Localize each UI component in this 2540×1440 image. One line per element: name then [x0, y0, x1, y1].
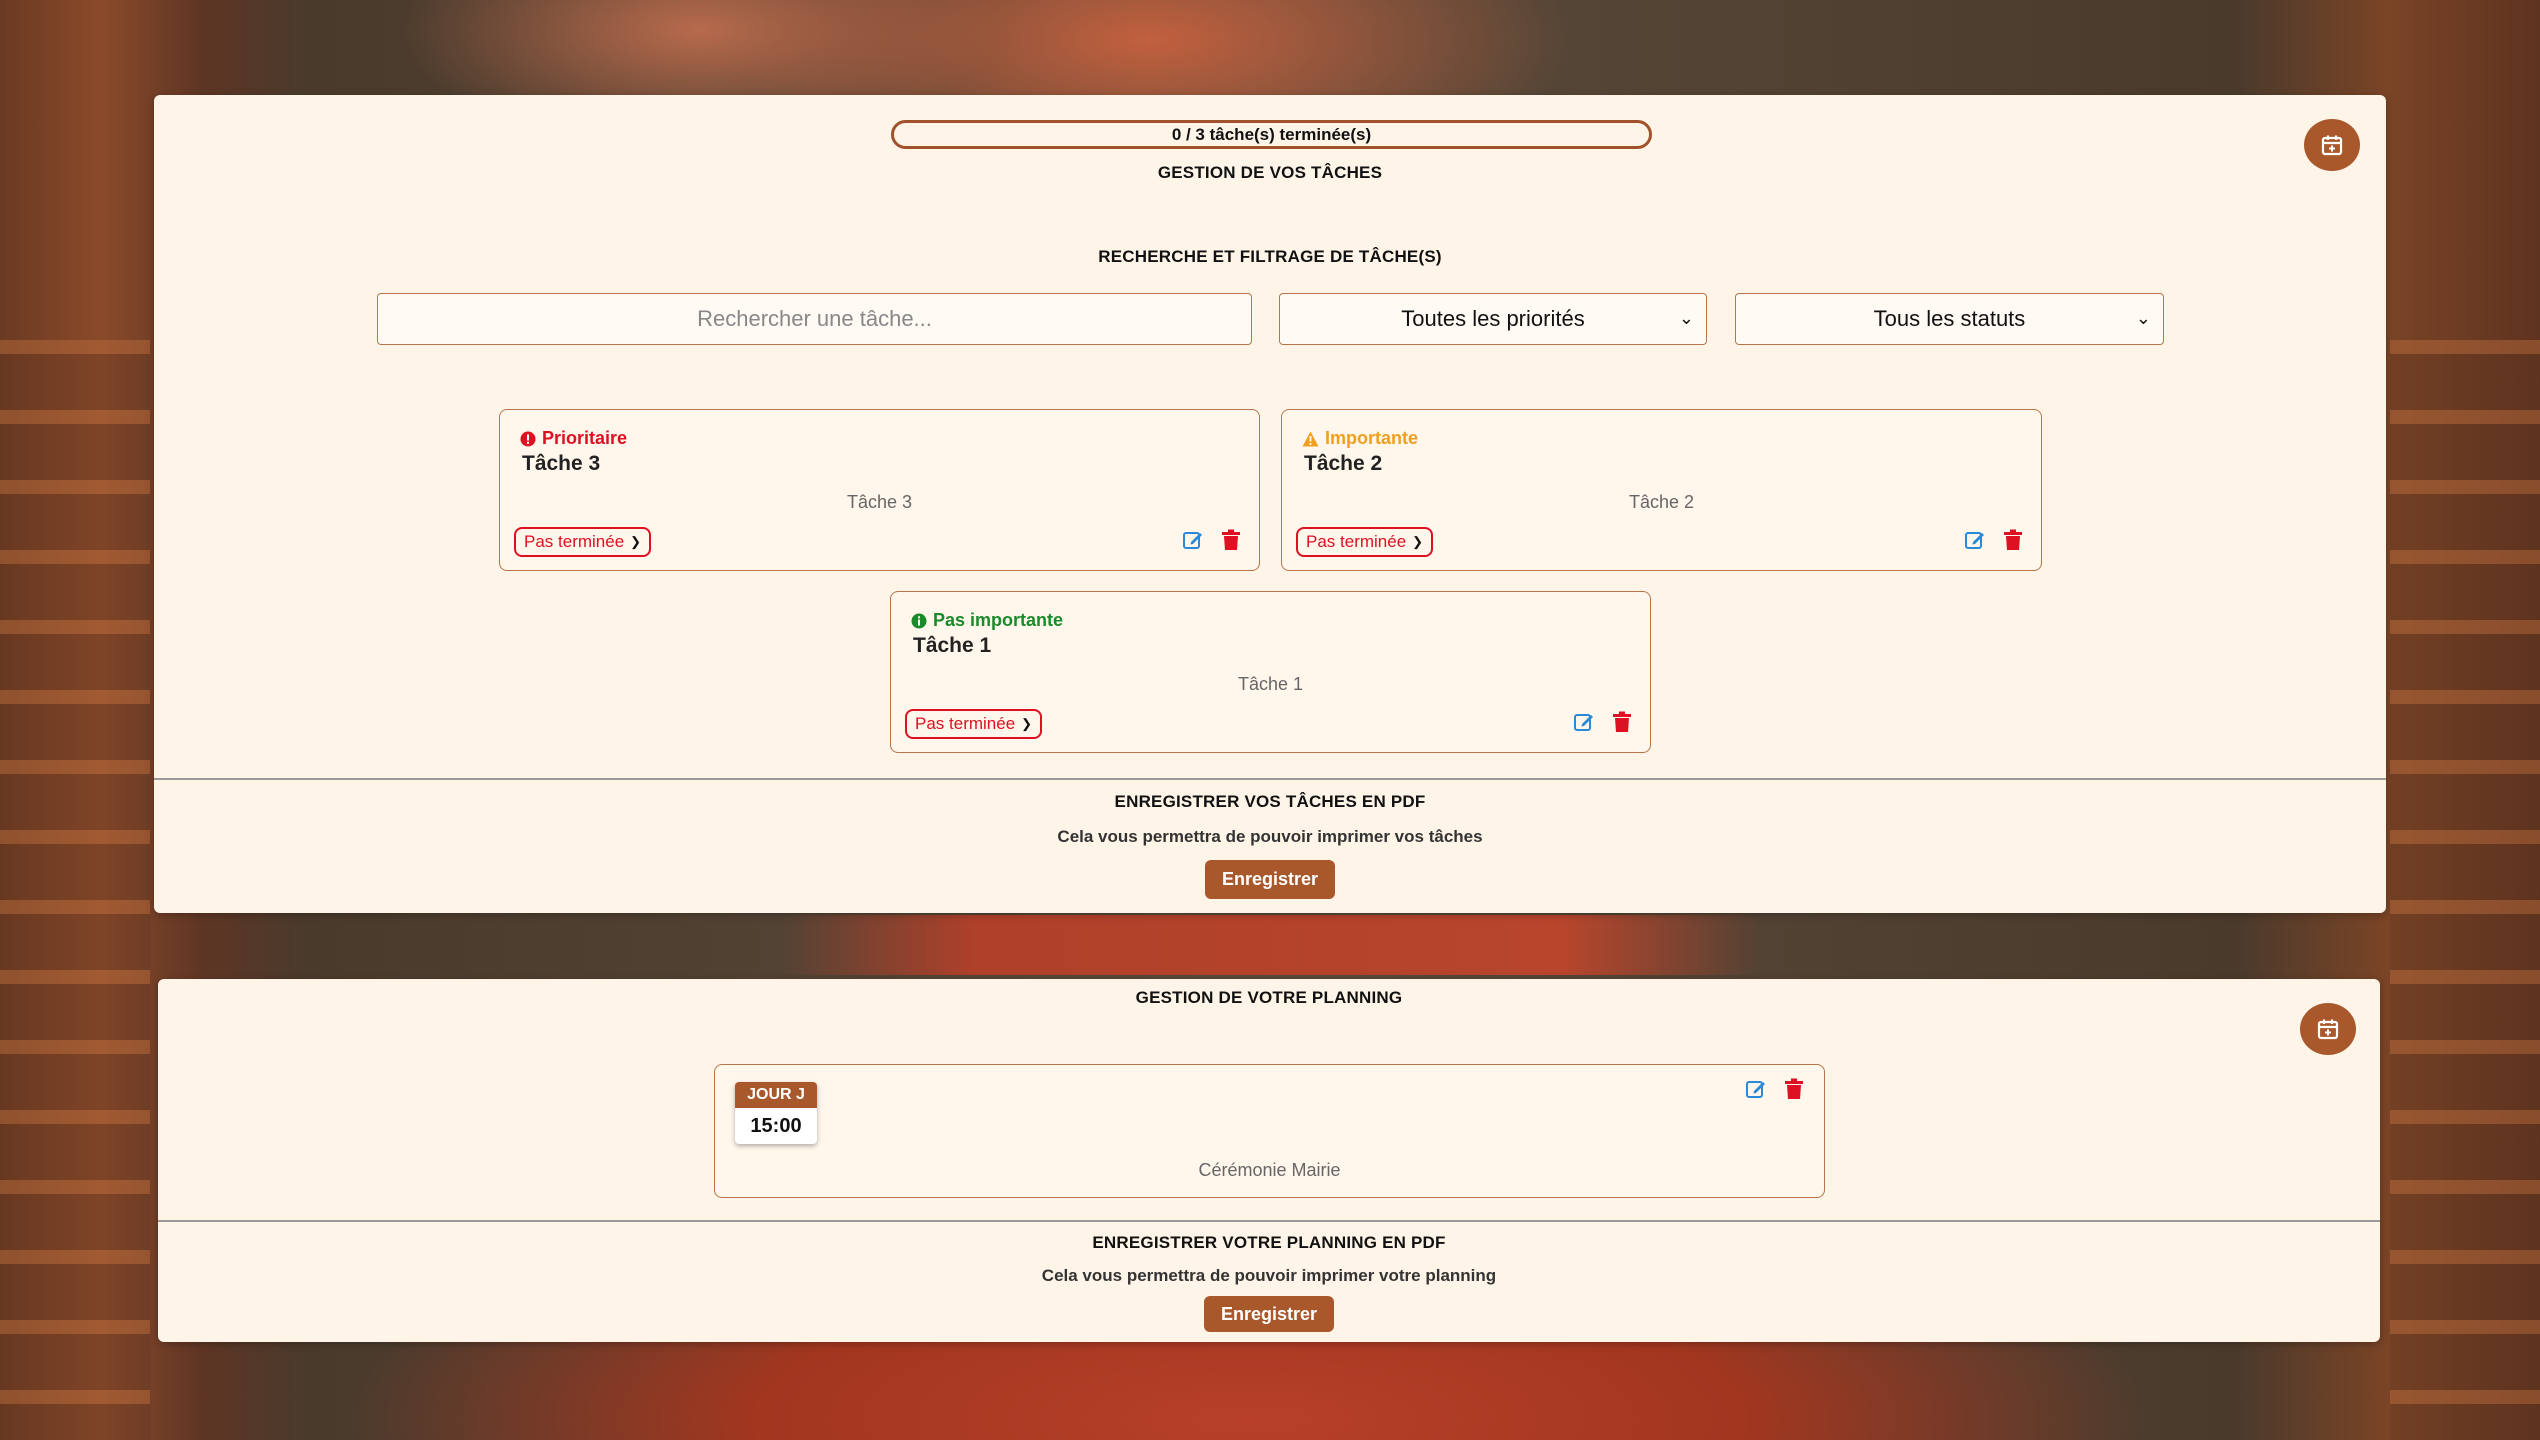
calendar-plus-icon	[2317, 1019, 2339, 1040]
tasks-section-title: GESTION DE VOS TÂCHES	[1157, 163, 1383, 182]
chevron-down-icon: ❯	[630, 534, 642, 549]
background-chairs-right	[2390, 340, 2540, 1440]
task-status-value: Pas terminée	[524, 532, 625, 551]
chevron-down-icon: ⌄	[1678, 308, 1694, 328]
search-section-title: RECHERCHE ET FILTRAGE DE TÂCHE(S)	[1098, 247, 1442, 266]
edit-task-button[interactable]	[1963, 528, 1987, 552]
task-status-select[interactable]: Pas terminée ❯	[514, 527, 652, 557]
task-priority: Importante	[1302, 428, 1418, 449]
info-circle-icon	[911, 613, 927, 628]
task-priority: Pas importante	[911, 610, 1063, 631]
divider	[158, 1220, 2380, 1222]
delete-task-button[interactable]	[1219, 528, 1243, 552]
edit-task-button[interactable]	[1572, 710, 1596, 734]
task-title: Tâche 3	[522, 452, 601, 475]
task-title: Tâche 2	[1304, 452, 1383, 475]
save-planning-pdf-button[interactable]: Enregistrer	[1204, 1296, 1334, 1332]
status-filter-value: Tous les statuts	[1873, 306, 2026, 331]
delete-task-button[interactable]	[2001, 528, 2025, 552]
task-status-value: Pas terminée	[915, 714, 1016, 733]
event-card: JOUR J 15:00 Cérémonie Mairie	[714, 1064, 1825, 1198]
chevron-down-icon: ⌄	[2135, 308, 2151, 328]
task-card: Importante Tâche 2 Tâche 2 Pas terminée …	[1281, 409, 2042, 571]
calendar-plus-icon	[2321, 135, 2343, 156]
background-carpet	[780, 915, 1760, 975]
tasks-pdf-subtitle: Cela vous permettra de pouvoir imprimer …	[1057, 827, 1483, 846]
edit-icon	[1965, 532, 1984, 549]
exclamation-circle-icon	[520, 431, 536, 446]
tasks-panel: 0 / 3 tâche(s) terminée(s) GESTION DE VO…	[154, 95, 2386, 913]
task-status-select[interactable]: Pas terminée ❯	[905, 709, 1043, 739]
trash-icon	[1222, 529, 1240, 550]
add-task-button[interactable]	[2304, 119, 2360, 171]
trash-icon	[1785, 1078, 1803, 1099]
task-card: Pas importante Tâche 1 Tâche 1 Pas termi…	[890, 591, 1651, 753]
task-priority-label: Pas importante	[933, 610, 1064, 630]
task-search-input[interactable]	[377, 293, 1252, 345]
task-priority-label: Prioritaire	[542, 428, 628, 448]
task-actions	[1181, 528, 1243, 552]
trash-icon	[2004, 529, 2022, 550]
trash-icon	[1613, 711, 1631, 732]
tasks-pdf-title: ENREGISTRER VOS TÂCHES EN PDF	[1114, 792, 1426, 811]
task-card: Prioritaire Tâche 3 Tâche 3 Pas terminée…	[499, 409, 1260, 571]
planning-panel: GESTION DE VOTRE PLANNING JOUR J 15:00 C…	[158, 979, 2380, 1342]
priority-filter-value: Toutes les priorités	[1401, 306, 1585, 331]
delete-task-button[interactable]	[1610, 710, 1634, 734]
task-actions	[1572, 710, 1634, 734]
task-title: Tâche 1	[913, 634, 992, 657]
edit-icon	[1183, 532, 1202, 549]
background-chairs-left	[0, 340, 150, 1440]
task-status-value: Pas terminée	[1306, 532, 1407, 551]
task-status-select[interactable]: Pas terminée ❯	[1296, 527, 1434, 557]
task-priority: Prioritaire	[520, 428, 627, 449]
delete-event-button[interactable]	[1782, 1077, 1806, 1101]
warning-triangle-icon	[1302, 431, 1319, 446]
task-priority-label: Importante	[1325, 428, 1419, 448]
status-filter-select[interactable]: Tous les statuts ⌄	[1735, 293, 2164, 345]
task-description: Tâche 2	[1628, 492, 1695, 512]
chevron-down-icon: ❯	[1021, 716, 1033, 731]
save-tasks-pdf-button[interactable]: Enregistrer	[1205, 860, 1335, 899]
task-description: Tâche 1	[1237, 674, 1304, 694]
edit-task-button[interactable]	[1181, 528, 1205, 552]
planning-pdf-subtitle: Cela vous permettra de pouvoir imprimer …	[1041, 1266, 1497, 1285]
event-description: Cérémonie Mairie	[1198, 1160, 1341, 1180]
task-progress-text: 0 / 3 tâche(s) terminée(s)	[1171, 124, 1372, 144]
event-time: 15:00	[750, 1114, 802, 1137]
edit-icon	[1574, 714, 1593, 731]
task-actions	[1963, 528, 2025, 552]
add-event-button[interactable]	[2300, 1003, 2356, 1055]
task-description: Tâche 3	[846, 492, 913, 512]
event-day: JOUR J	[735, 1082, 817, 1108]
event-actions	[1744, 1077, 1806, 1101]
edit-event-button[interactable]	[1744, 1077, 1768, 1101]
priority-filter-select[interactable]: Toutes les priorités ⌄	[1279, 293, 1707, 345]
planning-section-title: GESTION DE VOTRE PLANNING	[1135, 988, 1403, 1007]
planning-pdf-title: ENREGISTRER VOTRE PLANNING EN PDF	[1092, 1233, 1446, 1252]
chevron-down-icon: ❯	[1412, 534, 1424, 549]
edit-icon	[1746, 1081, 1765, 1098]
event-date-badge: JOUR J 15:00	[735, 1082, 817, 1144]
task-progress-bar: 0 / 3 tâche(s) terminée(s)	[891, 120, 1652, 149]
divider	[154, 778, 2386, 780]
